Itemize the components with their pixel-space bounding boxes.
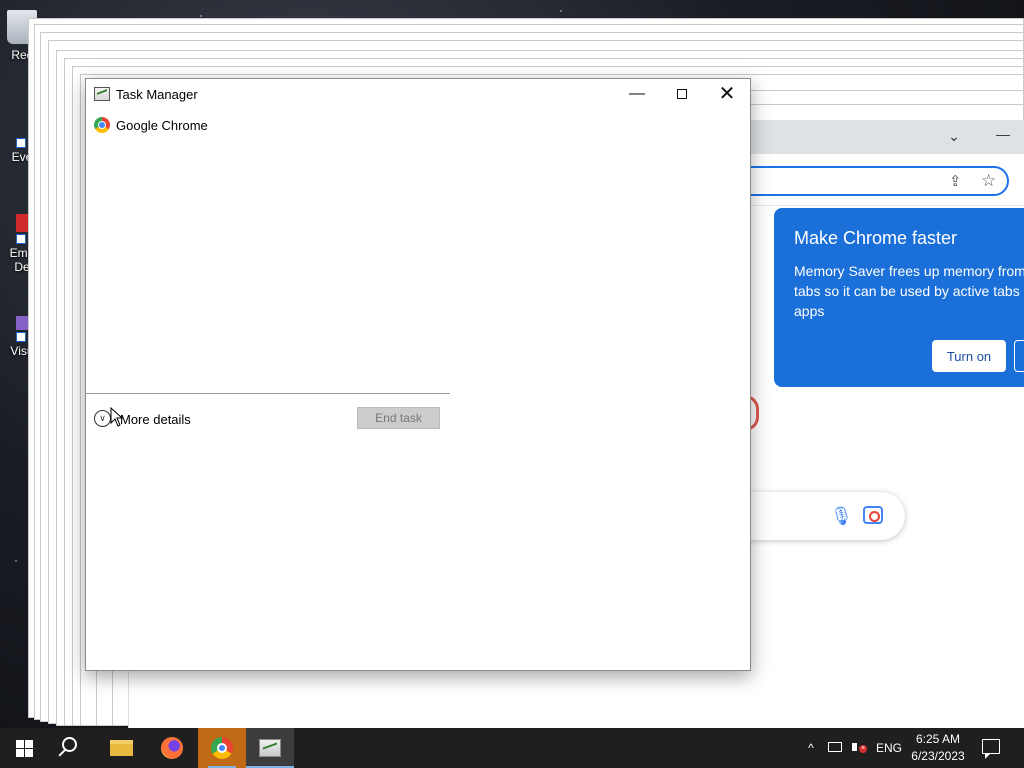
notifications-icon[interactable]	[982, 739, 1000, 759]
task-manager-icon	[259, 739, 281, 757]
volume-muted-icon[interactable]: ×	[850, 728, 868, 768]
mic-icon[interactable]: 🎙	[830, 506, 853, 527]
end-task-button[interactable]: End task	[357, 407, 440, 429]
network-icon[interactable]	[826, 728, 844, 768]
divider	[86, 393, 450, 394]
maximize-icon	[677, 88, 687, 99]
star-icon[interactable]: ☆	[981, 171, 996, 191]
task-manager-window[interactable]: Task Manager — ✕ Google Chrome ∨ More de…	[85, 78, 751, 671]
chrome-icon	[94, 117, 110, 133]
task-manager-icon	[94, 87, 110, 101]
turn-on-button[interactable]: Turn on	[932, 340, 1006, 372]
clock-time: 6:25 AM	[915, 732, 961, 746]
memory-saver-bubble: Make Chrome faster Memory Saver frees up…	[774, 208, 1024, 387]
minimize-icon: —	[629, 85, 645, 102]
process-list[interactable]: Google Chrome	[86, 113, 450, 393]
file-explorer-button[interactable]	[98, 728, 146, 768]
memory-saver-body: Memory Saver frees up memory from tabs s…	[794, 263, 1024, 319]
more-details-label: More details	[120, 412, 191, 427]
minimize-icon[interactable]: —	[991, 126, 1015, 146]
task-manager-titlebar[interactable]: Task Manager — ✕	[86, 79, 750, 109]
chrome-taskbar-button[interactable]	[198, 728, 246, 768]
share-icon[interactable]: ⇪	[949, 172, 962, 190]
chrome-icon	[211, 737, 233, 759]
camera-lens-icon[interactable]	[863, 506, 883, 524]
minimize-button[interactable]: —	[614, 79, 660, 109]
search-icon	[62, 737, 77, 752]
mouse-cursor-icon	[110, 406, 124, 427]
close-button[interactable]: ✕	[704, 79, 750, 109]
clock-date: 6/23/2023	[911, 749, 965, 763]
maximize-button[interactable]	[659, 79, 705, 109]
chevron-down-icon: ∨	[94, 410, 111, 427]
language-indicator[interactable]: ENG	[876, 728, 902, 768]
start-button[interactable]	[0, 728, 48, 768]
window-title: Task Manager	[116, 87, 198, 102]
no-thanks-button[interactable]	[1014, 340, 1024, 372]
memory-saver-title: Make Chrome faster	[794, 228, 958, 248]
process-name: Google Chrome	[116, 118, 208, 133]
chevron-down-icon[interactable]: ⌄	[944, 128, 964, 148]
process-row[interactable]: Google Chrome	[92, 115, 392, 135]
folder-icon	[110, 740, 133, 756]
taskbar: ^ × ENG 6:25 AM 6/23/2023	[0, 728, 1024, 768]
windows-logo-icon	[16, 740, 33, 757]
task-manager-taskbar-button[interactable]	[246, 728, 294, 768]
search-button[interactable]	[48, 728, 96, 768]
show-hidden-icons-chevron-icon[interactable]: ^	[803, 728, 819, 768]
clock[interactable]: 6:25 AM 6/23/2023	[906, 731, 970, 767]
firefox-button[interactable]	[148, 728, 196, 768]
firefox-icon	[161, 737, 183, 759]
close-icon: ✕	[718, 83, 736, 105]
